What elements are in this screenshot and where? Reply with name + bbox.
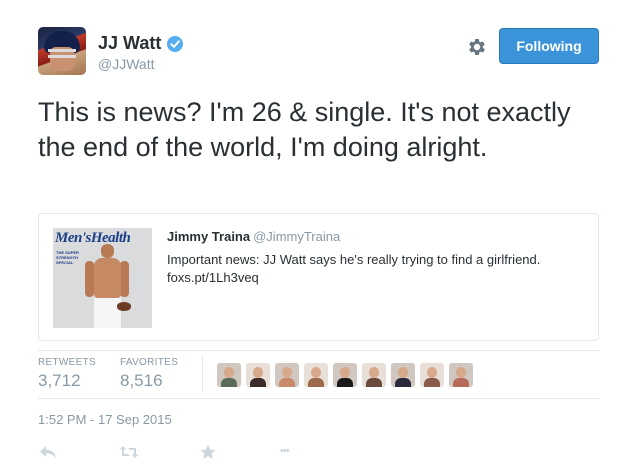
favorites-stat[interactable]: FAVORITES 8,516 bbox=[120, 357, 178, 391]
more-icon[interactable]: ••• bbox=[280, 445, 304, 461]
favoriter-avatar[interactable] bbox=[449, 363, 473, 387]
favoriter-avatar[interactable] bbox=[420, 363, 444, 387]
author-name-row[interactable]: JJ Watt bbox=[98, 33, 184, 54]
quoted-tweet-card[interactable]: Men'sHealth THE SUPER STRENGTH SPECIAL J… bbox=[38, 213, 599, 341]
favorites-count: 8,516 bbox=[120, 371, 163, 390]
retweets-label: RETWEETS bbox=[38, 357, 96, 368]
avatar[interactable] bbox=[38, 27, 86, 75]
tweet-text: This is news? I'm 26 & single. It's not … bbox=[38, 97, 571, 162]
stats-bottom-divider bbox=[38, 398, 599, 399]
favoriter-avatar[interactable] bbox=[275, 363, 299, 387]
favoriters-avatars bbox=[217, 363, 473, 387]
magazine-subtitle: THE SUPER STRENGTH SPECIAL bbox=[56, 250, 79, 265]
verified-icon bbox=[167, 35, 184, 52]
favoriter-avatar[interactable] bbox=[304, 363, 328, 387]
avatar-facemask bbox=[48, 49, 76, 52]
retweet-icon[interactable] bbox=[118, 444, 140, 460]
favoriter-avatar[interactable] bbox=[333, 363, 357, 387]
stats-separator bbox=[202, 356, 203, 392]
favoriter-avatar[interactable] bbox=[362, 363, 386, 387]
cover-figure bbox=[85, 244, 131, 328]
favoriter-avatar[interactable] bbox=[217, 363, 241, 387]
reply-icon[interactable] bbox=[38, 444, 58, 460]
football-shape bbox=[117, 302, 131, 311]
favoriter-avatar[interactable] bbox=[391, 363, 415, 387]
favoriter-avatar[interactable] bbox=[246, 363, 270, 387]
quoted-handle[interactable]: @JimmyTraina bbox=[253, 229, 340, 244]
following-button[interactable]: Following bbox=[499, 28, 599, 64]
favorite-icon[interactable] bbox=[198, 444, 218, 460]
author-display-name[interactable]: JJ Watt bbox=[98, 33, 161, 54]
stats-top-divider bbox=[38, 350, 599, 351]
retweets-count: 3,712 bbox=[38, 371, 81, 390]
tweet-timestamp[interactable]: 1:52 PM - 17 Sep 2015 bbox=[38, 412, 172, 427]
quoted-text: Important news: JJ Watt says he's really… bbox=[167, 252, 541, 285]
retweets-stat[interactable]: RETWEETS 3,712 bbox=[38, 357, 96, 391]
quoted-author-row[interactable]: Jimmy Traina @JimmyTraina bbox=[167, 229, 340, 244]
magazine-cover-image[interactable]: Men'sHealth THE SUPER STRENGTH SPECIAL bbox=[53, 228, 152, 328]
favorites-label: FAVORITES bbox=[120, 357, 179, 368]
quoted-display-name[interactable]: Jimmy Traina bbox=[167, 229, 250, 244]
author-handle[interactable]: @JJWatt bbox=[98, 56, 154, 72]
gear-icon[interactable] bbox=[466, 36, 488, 58]
